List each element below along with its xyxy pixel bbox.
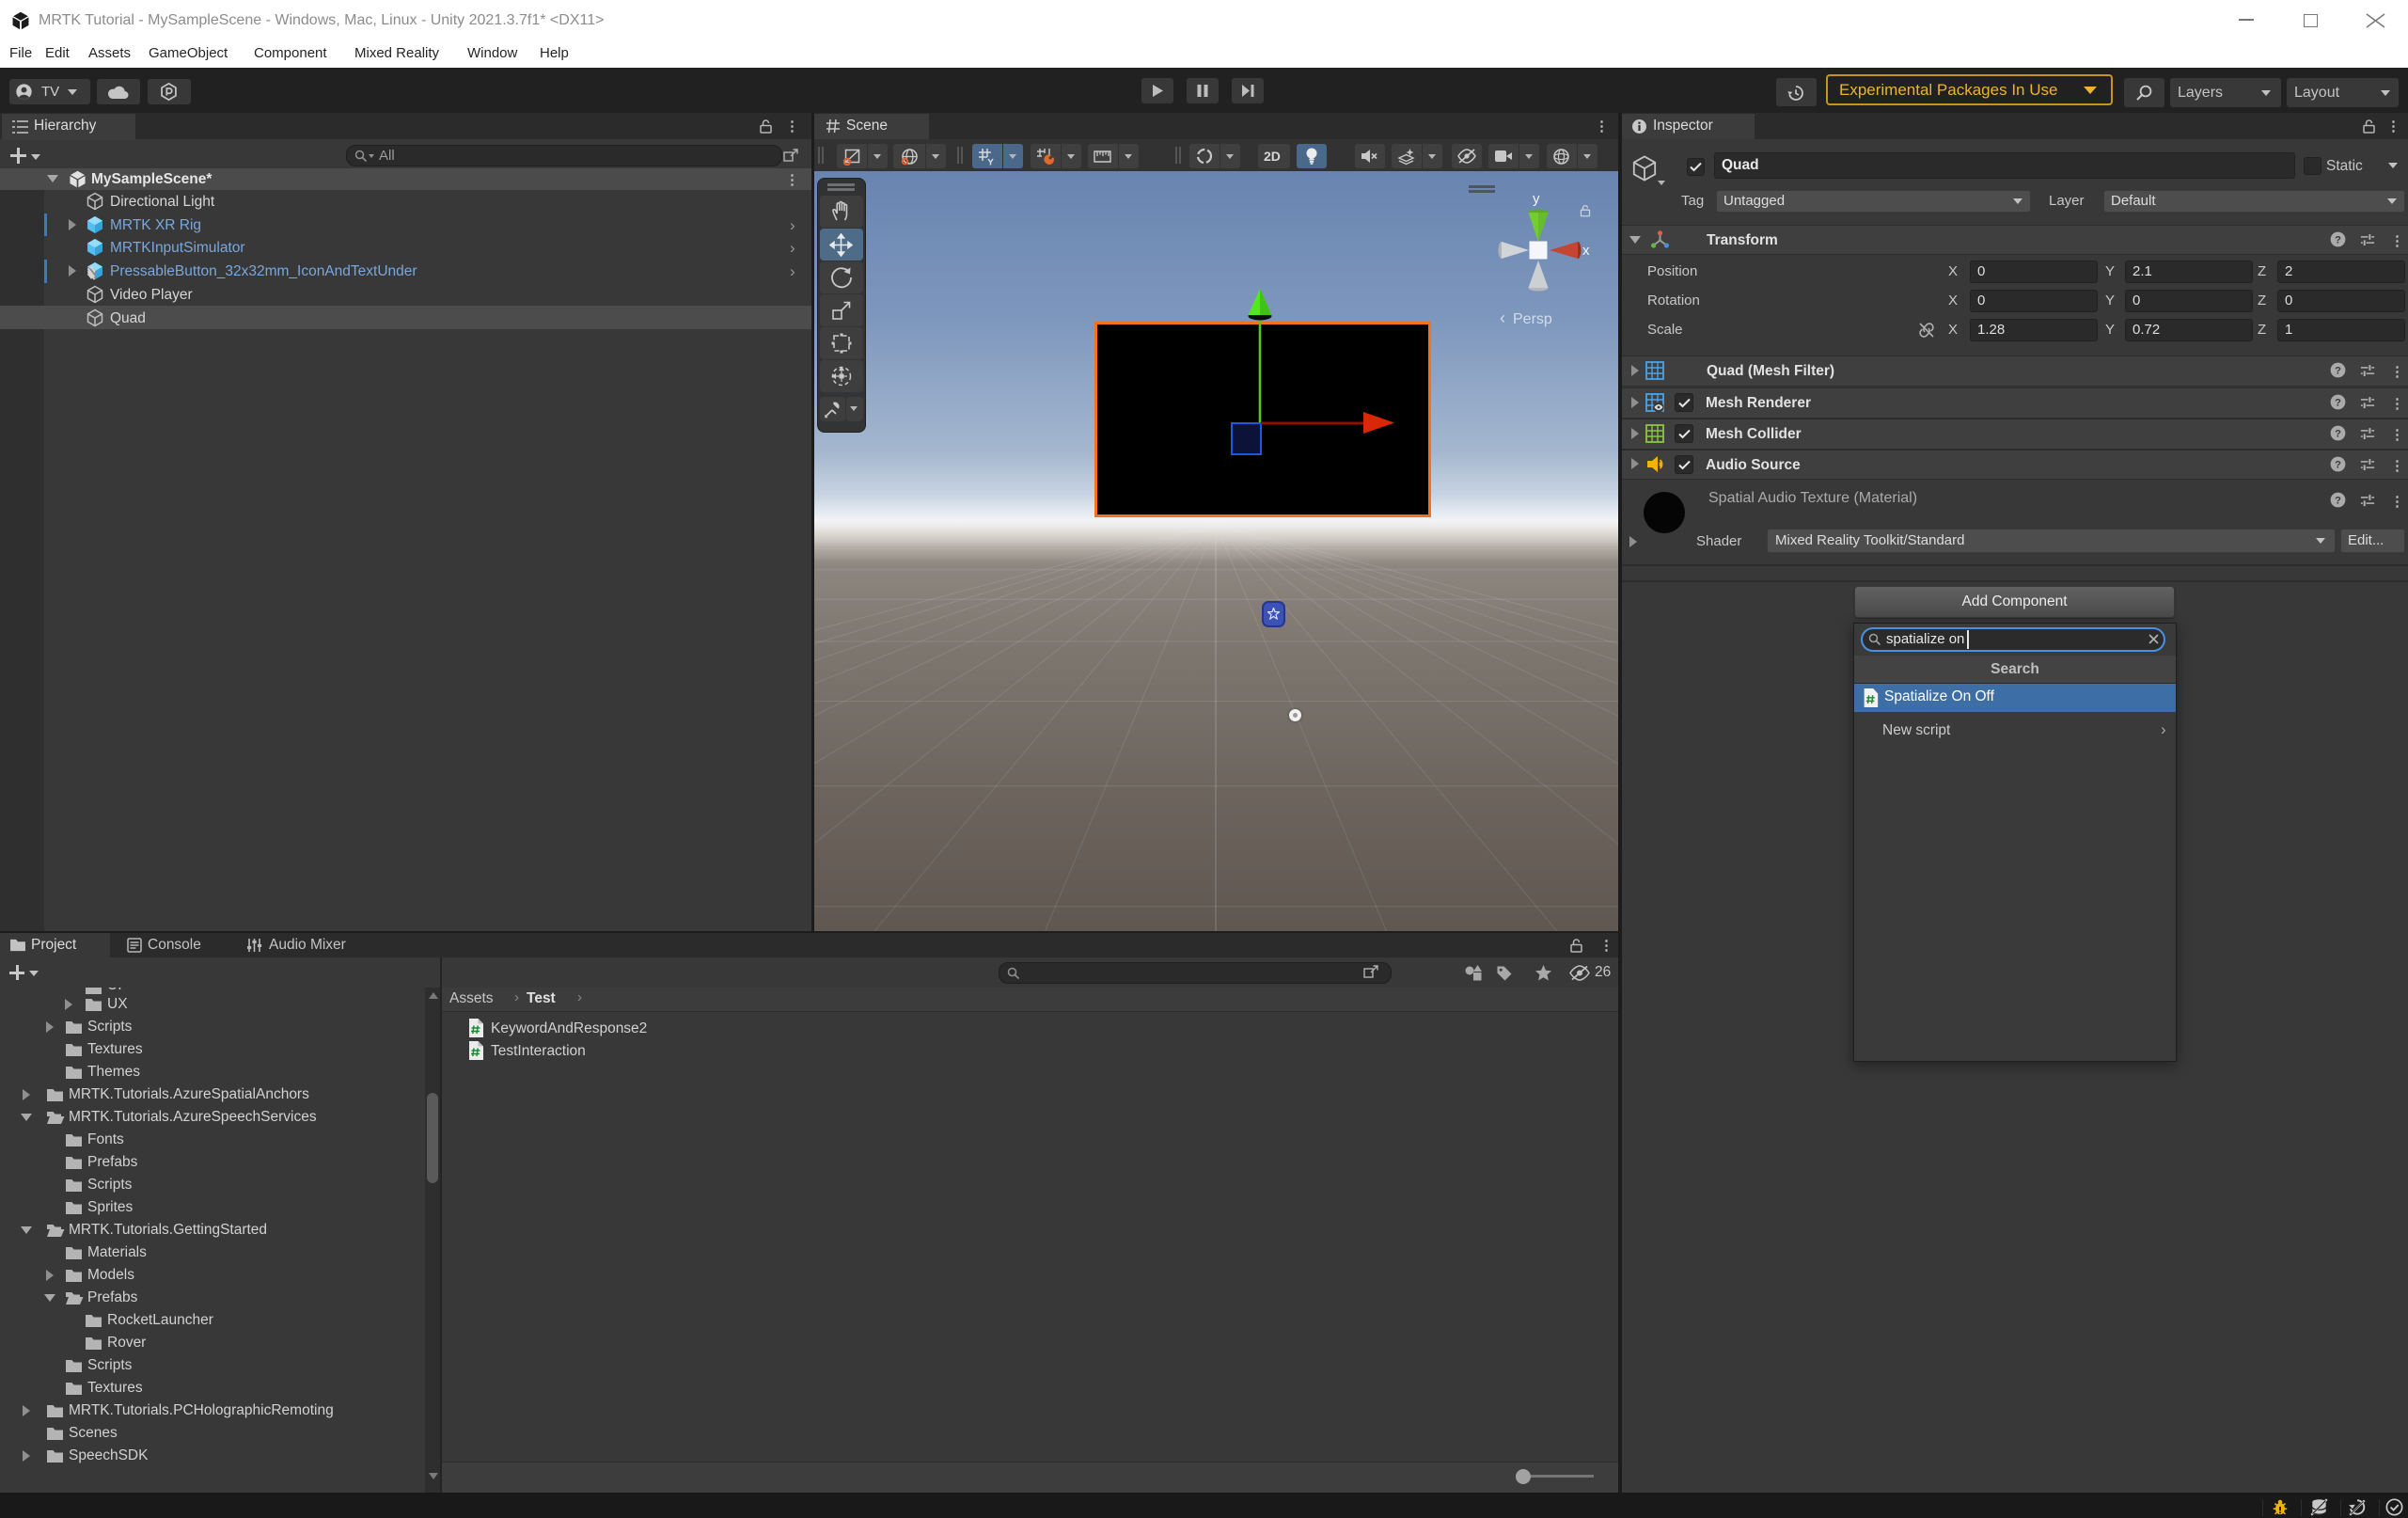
svg-text:?: ? [2335,365,2341,376]
svg-text:?: ? [2335,234,2341,245]
svg-text:?: ? [2335,428,2341,439]
svg-text:?: ? [2335,495,2341,506]
svg-text:?: ? [2335,397,2341,408]
svg-text:?: ? [2335,459,2341,470]
